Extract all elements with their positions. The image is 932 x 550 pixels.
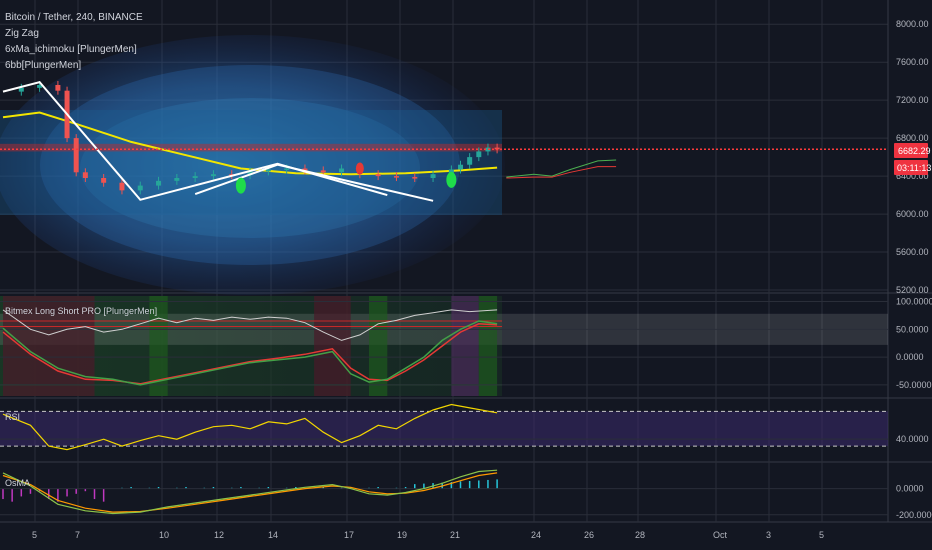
candle-body xyxy=(119,182,125,191)
time-tick-label: Oct xyxy=(713,530,728,540)
candle-body xyxy=(393,176,399,178)
price-tick-label: 7200.00 xyxy=(896,95,929,105)
time-tick-label: 5 xyxy=(819,530,824,540)
candle-body xyxy=(375,174,381,177)
candle-body xyxy=(55,84,61,91)
sell-signal-marker xyxy=(355,162,364,175)
price-tick-label: 7600.00 xyxy=(896,57,929,67)
candle-body xyxy=(412,177,418,179)
panel-tick-label: 40.0000 xyxy=(896,434,929,444)
trading-chart[interactable]: 8000.007600.007200.006800.006400.006000.… xyxy=(0,0,932,550)
svg-text:6682.29: 6682.29 xyxy=(898,146,931,156)
candle-body xyxy=(174,178,180,181)
panel-label-longshort[interactable]: Bitmex Long Short PRO [PlungerMen] xyxy=(5,306,157,316)
time-tick-label: 24 xyxy=(531,530,541,540)
panel-tick-label: 0.0000 xyxy=(896,352,924,362)
buy-signal-marker xyxy=(235,177,246,194)
time-tick-label: 26 xyxy=(584,530,594,540)
legend-bollinger[interactable]: 6bb[PlungerMen] xyxy=(5,60,81,71)
time-tick-label: 10 xyxy=(159,530,169,540)
candle-body xyxy=(137,185,143,191)
candle-body xyxy=(101,178,107,183)
candle-body xyxy=(192,176,198,178)
time-tick-label: 28 xyxy=(635,530,645,540)
panel-label-osma[interactable]: OsMA xyxy=(5,478,30,488)
panel-label-rsi[interactable]: RSI xyxy=(5,412,20,422)
panel-tick-label: -200.0000 xyxy=(896,510,932,520)
legend-zigzag[interactable]: Zig Zag xyxy=(5,28,39,39)
rsi-band xyxy=(0,411,888,447)
svg-text:03:11:13: 03:11:13 xyxy=(897,163,931,173)
price-tick-label: 6000.00 xyxy=(896,209,929,219)
candle-body xyxy=(284,168,290,171)
time-tick-label: 5 xyxy=(32,530,37,540)
candle-body xyxy=(210,174,216,177)
time-tick-label: 12 xyxy=(214,530,224,540)
time-tick-label: 14 xyxy=(268,530,278,540)
time-tick-label: 21 xyxy=(450,530,460,540)
candle-body xyxy=(476,151,482,158)
candle-body xyxy=(467,157,473,165)
time-tick-label: 19 xyxy=(397,530,407,540)
price-tick-label: 5200.00 xyxy=(896,285,929,295)
panel-tick-label: 50.0000 xyxy=(896,324,929,334)
time-tick-label: 17 xyxy=(344,530,354,540)
candle-body xyxy=(73,138,79,173)
candle-body xyxy=(156,180,162,186)
buy-signal-marker xyxy=(446,171,457,188)
chart-title: Bitcoin / Tether, 240, BINANCE xyxy=(5,12,143,23)
candle-body xyxy=(265,169,271,172)
price-tick-label: 8000.00 xyxy=(896,19,929,29)
price-tag: 6682.29 xyxy=(894,143,931,158)
candle-body xyxy=(18,87,24,92)
candle-body xyxy=(458,164,463,170)
legend-ichimoku[interactable]: 6xMa_ichimoku [PlungerMen] xyxy=(5,44,137,55)
panel-tick-label: 0.0000 xyxy=(896,484,924,494)
candle-body xyxy=(430,174,436,178)
panel-tick-label: 100.0000 xyxy=(896,297,932,307)
candle-body xyxy=(320,170,326,173)
countdown-tag: 03:11:13 xyxy=(894,160,931,175)
longshort-shade xyxy=(314,296,351,396)
price-tick-label: 6800.00 xyxy=(896,133,929,143)
candle-body xyxy=(339,168,345,173)
time-tick-label: 3 xyxy=(766,530,771,540)
time-tick-label: 7 xyxy=(75,530,80,540)
panel-tick-label: -50.0000 xyxy=(896,380,932,390)
candle-body xyxy=(82,172,88,178)
price-tick-label: 5600.00 xyxy=(896,247,929,257)
